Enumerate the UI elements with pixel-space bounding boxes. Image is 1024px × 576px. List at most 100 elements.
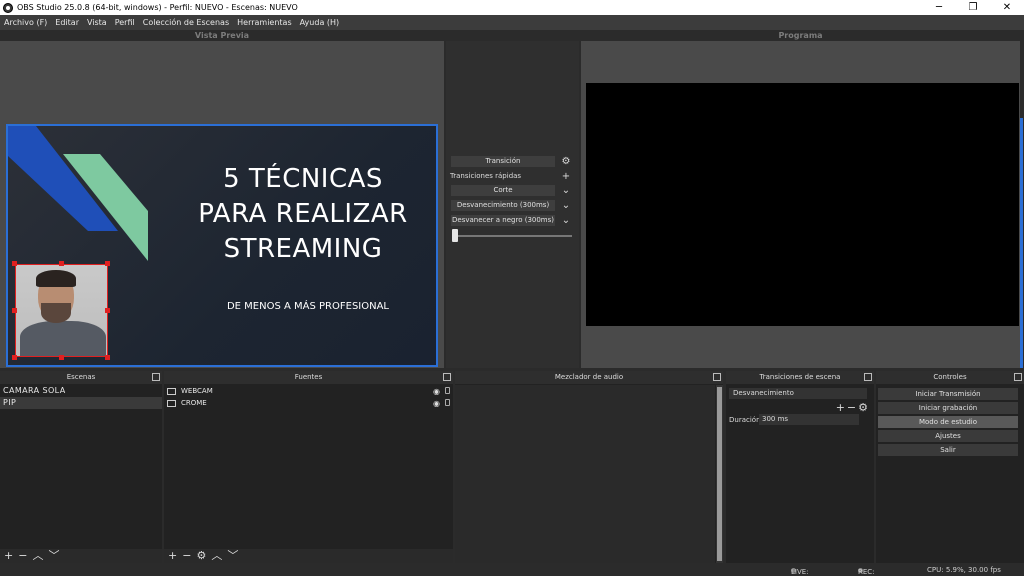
remove-icon[interactable]: − [847, 401, 858, 414]
live-time: LIVE: 00:00:00 [791, 568, 809, 576]
transition-button[interactable]: Transición [451, 156, 555, 167]
webcam-person-beard [41, 303, 71, 323]
menu-herramientas[interactable]: Herramientas [237, 18, 292, 27]
settings-button[interactable]: Ajustes [878, 430, 1018, 442]
transition-tools: +−⚙ [836, 401, 870, 414]
menu-editar[interactable]: Editar [55, 18, 79, 27]
add-icon[interactable]: + [836, 401, 847, 414]
scenes-list: CAMARA SOLA PIP [0, 385, 162, 409]
remove-icon[interactable]: − [182, 549, 191, 563]
menu-perfil[interactable]: Perfil [115, 18, 135, 27]
mixer-panel [455, 385, 715, 563]
menu-archivo[interactable]: Archivo (F) [4, 18, 47, 27]
start-streaming-button[interactable]: Iniciar Transmisión [878, 388, 1018, 400]
program-panel [581, 41, 1020, 368]
chevron-down-icon[interactable]: ⌄ [559, 185, 573, 196]
resize-handle[interactable] [12, 261, 17, 266]
scene-transitions-title-text: Transiciones de escena [759, 373, 841, 381]
remove-icon[interactable]: − [18, 549, 27, 563]
exit-button[interactable]: Salir [878, 444, 1018, 456]
slide-title-line: STREAMING [223, 234, 383, 264]
add-quick-transition-icon[interactable]: + [559, 171, 573, 182]
add-icon[interactable]: + [4, 549, 13, 563]
eye-icon[interactable]: ◉ [433, 398, 440, 410]
window-resize-edge [1020, 118, 1023, 368]
sources-dock-title: Fuentes [164, 371, 453, 384]
resize-handle[interactable] [105, 308, 110, 313]
window-capture-icon [167, 399, 176, 407]
lock-icon[interactable] [445, 387, 450, 394]
menu-coleccion-escenas[interactable]: Colección de Escenas [143, 18, 229, 27]
sources-title-text: Fuentes [294, 373, 323, 381]
gear-icon[interactable]: ⚙ [196, 549, 206, 563]
transition-panel: Transición ⚙ Transiciones rápidas + Cort… [446, 41, 579, 368]
window-controls: ─ ❐ ✕ [922, 0, 1024, 15]
camera-icon [167, 387, 176, 395]
quick-transition-fade-black[interactable]: Desvanecer a negro (300ms) [451, 215, 555, 226]
add-icon[interactable]: + [168, 549, 177, 563]
gear-icon[interactable]: ⚙ [858, 401, 870, 414]
scenes-title-text: Escenas [66, 373, 96, 381]
move-down-icon[interactable]: ﹀ [227, 549, 238, 563]
scenes-dock: Escenas CAMARA SOLA PIP + − ︿ ﹀ [0, 371, 162, 563]
resize-handle[interactable] [12, 355, 17, 360]
quick-transition-cut[interactable]: Corte [451, 185, 555, 196]
slide-title: 5 TÉCNICAS PARA REALIZAR STREAMING [178, 162, 428, 267]
gear-icon[interactable]: ⚙ [559, 156, 573, 167]
float-dock-icon[interactable] [152, 373, 160, 381]
chevron-down-icon[interactable]: ⌄ [559, 200, 573, 211]
start-recording-button[interactable]: Iniciar grabación [878, 402, 1018, 414]
studio-mode-button[interactable]: Modo de estudio [878, 416, 1018, 428]
scene-transitions-title: Transiciones de escena [726, 371, 874, 384]
maximize-button[interactable]: ❐ [956, 0, 990, 15]
move-up-icon[interactable]: ︿ [32, 549, 43, 563]
float-dock-icon[interactable] [864, 373, 872, 381]
transition-select[interactable]: Desvanecimiento [729, 388, 867, 399]
transition-slider-track[interactable] [454, 235, 572, 237]
quick-transition-fade[interactable]: Desvanecimiento (300ms) [451, 200, 555, 211]
scenes-toolbar: + − ︿ ﹀ [0, 549, 162, 563]
close-button[interactable]: ✕ [990, 0, 1024, 15]
menu-ayuda[interactable]: Ayuda (H) [300, 18, 340, 27]
title-bar: OBS Studio 25.0.8 (64-bit, windows) - Pe… [0, 0, 1024, 15]
audio-mixer-dock: Mezclador de audio [455, 371, 723, 563]
scene-item-selected[interactable]: PIP [0, 397, 162, 409]
quick-transitions-label: Transiciones rápidas [450, 172, 522, 180]
resize-handle[interactable] [105, 261, 110, 266]
sources-dock: Fuentes WEBCAM ◉ CROME ◉ + − ⚙ ︿ ﹀ [164, 371, 453, 563]
mixer-scrollbar[interactable] [716, 385, 723, 563]
scrollbar-thumb[interactable] [717, 387, 722, 561]
float-dock-icon[interactable] [1014, 373, 1022, 381]
minimize-button[interactable]: ─ [922, 0, 956, 15]
lock-icon[interactable] [445, 399, 450, 406]
controls-dock: Controles Iniciar Transmisión Iniciar gr… [876, 371, 1024, 563]
mixer-dock-title: Mezclador de audio [455, 371, 723, 384]
float-dock-icon[interactable] [713, 373, 721, 381]
move-down-icon[interactable]: ﹀ [48, 549, 59, 563]
scene-item[interactable]: CAMARA SOLA [0, 385, 162, 397]
resize-handle[interactable] [59, 261, 64, 266]
slide-image[interactable]: 5 TÉCNICAS PARA REALIZAR STREAMING DE ME… [6, 124, 438, 367]
float-dock-icon[interactable] [443, 373, 451, 381]
scene-transitions-dock: Transiciones de escena Desvanecimiento +… [726, 371, 874, 563]
program-screen [586, 83, 1019, 326]
source-item[interactable]: WEBCAM ◉ [164, 385, 453, 397]
resize-handle[interactable] [59, 355, 64, 360]
webcam-source[interactable] [15, 264, 108, 357]
menu-bar: Archivo (F) Editar Vista Perfil Colecció… [0, 15, 1024, 30]
chevron-down-icon[interactable]: ⌄ [559, 215, 573, 226]
slide-subtitle: DE MENOS A MÁS PROFESIONAL [226, 301, 390, 312]
resize-handle[interactable] [105, 355, 110, 360]
preview-canvas[interactable]: 5 TÉCNICAS PARA REALIZAR STREAMING DE ME… [0, 41, 444, 368]
duration-input[interactable]: 300 ms [759, 414, 859, 425]
controls-dock-title: Controles [876, 371, 1024, 384]
webcam-person-hair [36, 270, 76, 287]
resize-handle[interactable] [12, 308, 17, 313]
transition-slider-handle[interactable] [452, 229, 458, 242]
status-bar: LIVE: 00:00:00 REC: 00:00:00 CPU: 5.9%, … [0, 564, 1024, 576]
move-up-icon[interactable]: ︿ [211, 549, 222, 563]
source-item[interactable]: CROME ◉ [164, 397, 453, 409]
obs-logo-icon [3, 2, 13, 13]
menu-vista[interactable]: Vista [87, 18, 107, 27]
cpu-status: CPU: 5.9%, 30.00 fps [927, 566, 1001, 574]
